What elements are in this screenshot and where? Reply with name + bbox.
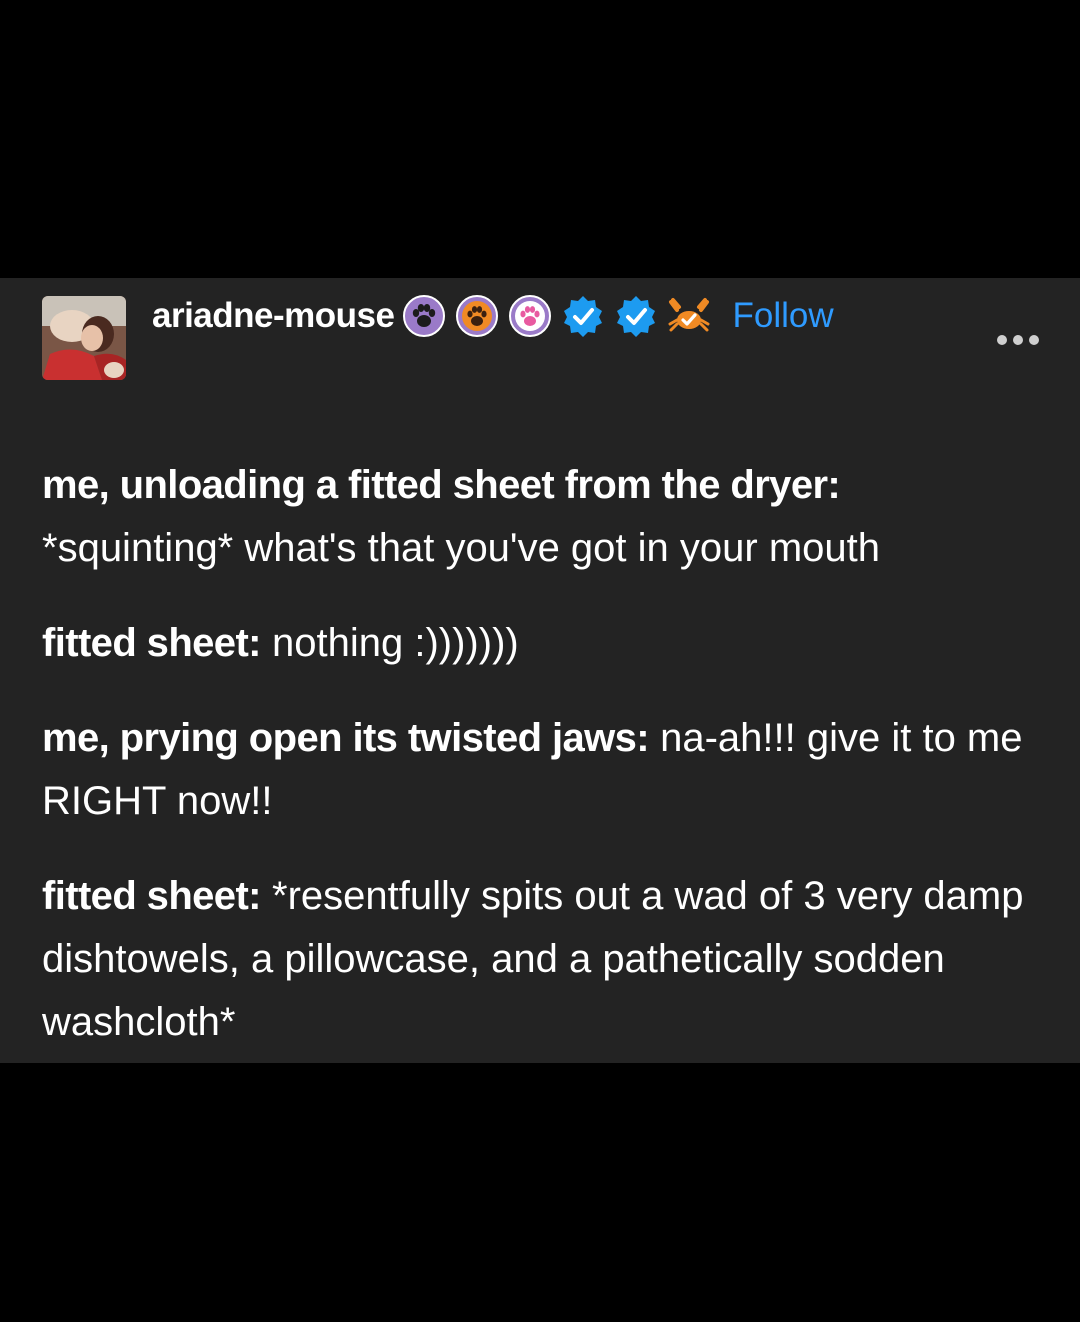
crab-badge-icon[interactable] — [667, 294, 711, 338]
username-link[interactable]: ariadne-mouse — [152, 296, 395, 336]
paw-badge-icon[interactable] — [455, 294, 499, 338]
post-paragraph: me, prying open its twisted jaws: na-ah!… — [42, 707, 1042, 833]
post-paragraph: me, unloading a fitted sheet from the dr… — [42, 454, 1042, 580]
speaker-label: me, prying open its twisted jaws: — [42, 716, 650, 760]
post-text: *squinting* what's that you've got in yo… — [42, 526, 880, 570]
follow-button[interactable]: Follow — [732, 296, 833, 336]
verified-check-icon[interactable] — [561, 294, 605, 338]
post-text: nothing :))))))) — [260, 621, 519, 665]
more-options-icon[interactable] — [994, 330, 1042, 350]
post-paragraph: fitted sheet: nothing :))))))) — [42, 612, 1042, 675]
post-body: me, unloading a fitted sheet from the dr… — [42, 454, 1042, 1086]
post-paragraph: fitted sheet: *resentfully spits out a w… — [42, 865, 1042, 1054]
speaker-label: fitted sheet: — [42, 874, 261, 918]
paw-badge-icon[interactable] — [508, 294, 552, 338]
verified-check-icon[interactable] — [614, 294, 658, 338]
speaker-label: fitted sheet: — [42, 621, 261, 665]
paw-badge-icon[interactable] — [402, 294, 446, 338]
post-header: ariadne-mouse Follow — [152, 292, 834, 340]
page: ariadne-mouse Follow me, unloading a fit… — [0, 0, 1080, 1322]
post-card: ariadne-mouse Follow me, unloading a fit… — [0, 278, 1080, 1063]
speaker-label: me, unloading a fitted sheet from the dr… — [42, 463, 841, 507]
avatar[interactable] — [42, 296, 126, 380]
